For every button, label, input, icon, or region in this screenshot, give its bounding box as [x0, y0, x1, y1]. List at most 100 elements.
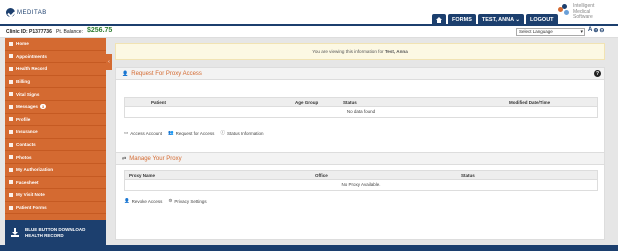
contacts-icon: [9, 142, 13, 147]
vitals-icon: [9, 92, 13, 97]
privacy-settings-link[interactable]: ⚙ Privacy Settings: [168, 198, 206, 204]
footer-bar: [0, 245, 618, 251]
link-label: Revoke Access: [131, 198, 163, 204]
calendar-icon: [9, 54, 13, 59]
balance-value: $256.75: [87, 27, 113, 34]
sidebar-item-my-authorization[interactable]: My Authorization: [5, 164, 106, 177]
column-patient[interactable]: Patient: [151, 100, 166, 105]
notice-text: You are viewing this information for: [312, 49, 385, 54]
link-label: Status Information: [226, 130, 264, 136]
meditab-logo[interactable]: MEDITAB: [6, 8, 47, 17]
manage-proxy-actions: 👤 Revoke Access ⚙ Privacy Settings: [124, 198, 207, 204]
language-select[interactable]: Select Language: [516, 28, 585, 36]
user-add-icon: 👥: [168, 130, 174, 135]
sidebar-item-my-visit-note[interactable]: My Visit Note: [5, 189, 106, 202]
sidebar-item-contacts[interactable]: Contacts: [5, 139, 106, 152]
sidebar-item-label: Appointments: [16, 53, 47, 59]
user-plus-icon: 👤: [122, 70, 129, 77]
sidebar-item-label: My Authorization: [16, 167, 54, 173]
sidebar-item-label: Vital Signs: [16, 91, 40, 97]
sidebar-item-label: Health Record: [16, 66, 48, 72]
sidebar-item-photos[interactable]: Photos: [5, 151, 106, 164]
revoke-access-link[interactable]: 👤 Revoke Access: [124, 198, 162, 204]
sidebar-item-label: Billing: [16, 79, 31, 85]
sidebar-item-home[interactable]: Home: [5, 38, 106, 51]
request-access-link[interactable]: 👥 Request for Access: [168, 130, 214, 136]
gear-icon: ⚙: [168, 198, 173, 203]
proxy-access-table: Patient Age Group Status Modified Date/T…: [124, 97, 598, 118]
sidebar-item-label: Contacts: [16, 142, 36, 148]
sidebar-item-vital-signs[interactable]: Vital Signs: [5, 88, 106, 101]
balance-label: Pt. Balance:: [56, 29, 83, 35]
ims-line-3: Software: [573, 14, 593, 20]
sidebar-item-label: Home: [16, 41, 29, 47]
download-label-line-1: BLUE BUTTON DOWNLOAD: [25, 226, 86, 232]
proxy-access-actions: ▭ Access Account 👥 Request for Access ⓘ Sta…: [124, 130, 263, 136]
blue-button-download[interactable]: BLUE BUTTON DOWNLOAD HEALTH RECORD: [5, 220, 106, 245]
status-information-link[interactable]: ⓘ Status Information: [220, 130, 263, 136]
sidebar-item-profile[interactable]: Profile: [5, 114, 106, 127]
link-label: Access Account: [130, 130, 163, 136]
billing-icon: [9, 79, 13, 84]
sidebar-item-billing[interactable]: Billing: [5, 76, 106, 89]
table-header: Proxy Name Office Status: [125, 171, 597, 180]
table-header: Patient Age Group Status Modified Date/T…: [125, 98, 597, 107]
clinic-id: Clinic ID: P1377736: [6, 29, 52, 35]
download-label-line-2: HEALTH RECORD: [25, 232, 64, 238]
chevron-left-icon: ‹: [108, 59, 110, 65]
sidebar-item-messages[interactable]: Messages 3: [5, 101, 106, 114]
zoom-in-icon[interactable]: ⊕: [593, 27, 598, 34]
sidebar-item-patient-forms[interactable]: Patient Forms: [5, 202, 106, 215]
empty-row: No Proxy Available.: [341, 182, 381, 187]
manage-proxy-table: Proxy Name Office Status No Proxy Availa…: [124, 170, 598, 191]
panel-title: Manage Your Proxy: [129, 155, 182, 162]
notice-patient-name: Test, Anna: [384, 49, 408, 54]
column-proxy-name[interactable]: Proxy Name: [129, 173, 155, 178]
info-icon: ⓘ: [220, 130, 225, 135]
sidebar-item-label: Facesheet: [16, 179, 39, 185]
column-status[interactable]: Status: [461, 173, 475, 178]
column-status[interactable]: Status: [343, 100, 357, 105]
sidebar: Home Appointments Health Record Billing …: [5, 38, 106, 220]
ims-logo-icon: [558, 4, 570, 16]
sidebar-item-insurance[interactable]: Insurance: [5, 126, 106, 139]
patient-info-bar: Clinic ID: P1377736 Pt. Balance: $256.75…: [0, 26, 618, 38]
text-size-tools: A ⊕ ⊖: [588, 27, 604, 34]
sidebar-item-label: My Visit Note: [16, 192, 45, 198]
main-content: You are viewing this information for Tes…: [112, 38, 612, 245]
messages-count-badge: 3: [39, 104, 46, 110]
help-icon[interactable]: ?: [594, 70, 601, 77]
document-icon: [9, 180, 13, 185]
sidebar-item-health-record[interactable]: Health Record: [5, 63, 106, 76]
link-label: Request for Access: [175, 130, 215, 136]
insurance-icon: [9, 129, 13, 134]
home-icon: [9, 41, 13, 46]
manage-proxy-panel: ⇄ Manage Your Proxy Proxy Name Office St…: [115, 152, 605, 240]
download-icon: [11, 228, 19, 237]
sidebar-item-label: Messages: [16, 104, 38, 110]
viewing-notice: You are viewing this information for Tes…: [115, 43, 605, 60]
zoom-out-icon[interactable]: ⊖: [599, 27, 604, 34]
column-office[interactable]: Office: [315, 173, 328, 178]
envelope-icon: [9, 104, 13, 109]
record-icon: [9, 66, 13, 71]
access-account-link[interactable]: ▭ Access Account: [124, 130, 162, 136]
column-age-group[interactable]: Age Group: [295, 100, 318, 105]
top-header: MEDITAB FORMS TEST, ANNA ⌄ LOGOUT Intell…: [0, 0, 618, 26]
empty-row: No data found: [346, 109, 376, 114]
account-icon: ▭: [124, 130, 129, 135]
sidebar-item-label: Profile: [16, 116, 31, 122]
column-modified-date[interactable]: Modified Date/Time: [509, 100, 550, 105]
sidebar-item-facesheet[interactable]: Facesheet: [5, 177, 106, 190]
forms-icon: [9, 205, 13, 210]
photo-icon: [9, 155, 13, 160]
text-size-icon[interactable]: A: [588, 27, 592, 34]
authorization-icon: [9, 167, 13, 172]
sidebar-item-appointments[interactable]: Appointments: [5, 51, 106, 64]
sidebar-item-label: Photos: [16, 154, 32, 160]
exchange-icon: ⇄: [122, 155, 127, 162]
logo-text: MEDITAB: [17, 9, 47, 16]
user-icon: [9, 117, 13, 122]
manage-proxy-header: ⇄ Manage Your Proxy: [116, 153, 604, 165]
panel-title: Request For Proxy Access: [131, 70, 202, 77]
